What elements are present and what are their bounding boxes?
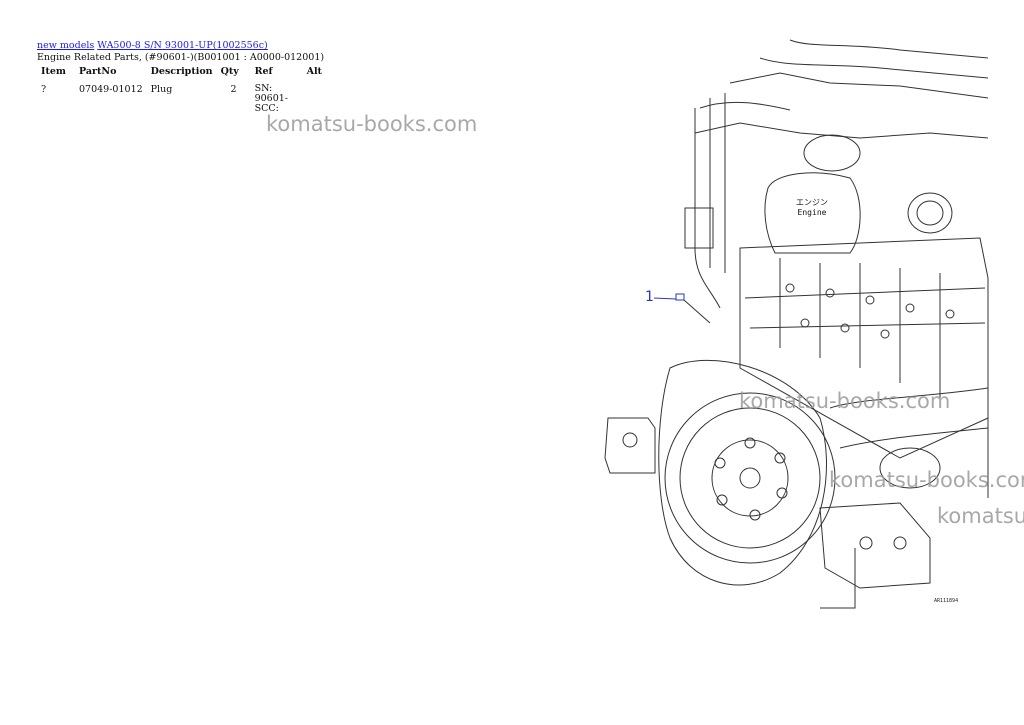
part-callout-1[interactable]: 1 [645,289,654,305]
figure-code: AR111894 [934,598,959,604]
parts-table: Item PartNo Description Qty Ref Alt ? 07… [37,66,326,114]
table-header-row: Item PartNo Description Qty Ref Alt [37,66,326,80]
cell-item: ? [41,84,47,95]
header-qty: Qty [220,66,239,77]
callout-leader-line [654,297,677,300]
header-alt: Alt [306,66,322,77]
cell-partno: 07049-01012 [79,84,143,95]
breadcrumb-link-new-models[interactable]: new models [37,40,94,51]
cell-qty: 2 [230,84,237,95]
engine-diagram [604,39,989,609]
table-row: ? 07049-01012 Plug 2 SN: 90601-SCC: [37,80,326,114]
cell-alt [303,80,326,114]
header-partno: PartNo [79,66,117,77]
watermark: komatsu-books.com [739,389,951,413]
cell-description: Plug [150,84,173,95]
engine-label: エンジン Engine [796,198,828,218]
watermark: komatsu-books.com [829,468,1024,492]
header-ref: Ref [254,66,273,77]
page-subtitle: Engine Related Parts, (#90601-)(B001001 … [37,52,325,63]
header-item: Item [41,66,66,77]
watermark: komatsu-books.com [937,504,1024,528]
engine-label-jp: エンジン [796,198,828,207]
watermark: komatsu-books.com [266,112,478,136]
header-description: Description [150,66,213,77]
breadcrumb: new models WA500-8 S/N 93001-UP(1002556c… [37,40,268,51]
breadcrumb-link-model[interactable]: WA500-8 S/N 93001-UP(1002556c) [97,40,267,51]
cell-ref: SN: 90601-SCC: [254,83,289,114]
engine-label-en: Engine [797,208,827,217]
